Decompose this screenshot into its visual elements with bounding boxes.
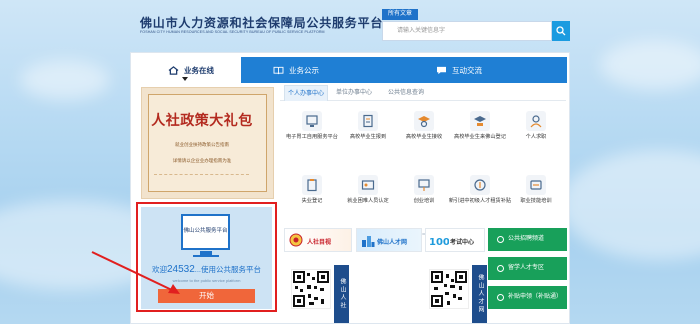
qr-card: 佛山人社 [286,265,350,323]
main-panel: 业务在线 业务公示 互动交流 人社政策大礼包 就业创业扶持政策公告指南 详情请以… [130,52,570,324]
qr-card: 佛山人才网 [424,265,488,323]
tab-label: 业务公示 [289,65,319,75]
subsidy-icon [470,175,490,195]
button-label: 补贴申领（补贴通） [508,294,563,300]
policy-banner[interactable]: 人社政策大礼包 就业创业扶持政策公告指南 详情请以企业业办理指南为准 [141,87,274,199]
service-label: 个人求职 [525,134,547,140]
buildings-icon [362,236,375,247]
tile-label: 考试中心 [450,240,475,246]
recruitment-channel-button[interactable]: 公共招聘频道 [488,228,567,251]
service-item[interactable]: 失业登记 [282,175,342,215]
tab-business-notice[interactable]: 业务公示 [241,57,351,83]
qr-side-label: 佛山人社 [334,265,349,323]
search-scope-tab[interactable]: 所有文章 [382,9,419,20]
tile-label: 佛山人才网 [377,240,408,246]
link-tile-exam[interactable]: 100 考试中心 [425,228,485,252]
service-item[interactable]: 创业培训 [394,175,454,215]
tab-interaction[interactable]: 互动交流 [351,57,567,83]
service-item[interactable]: 新引进中初级人才租赁补贴 [449,175,511,215]
exam-100-icon: 100 [429,237,449,247]
home-icon [168,65,179,75]
graduate-icon [414,111,434,131]
subsidy-apply-button[interactable]: 补贴申领（补贴通） [488,286,567,309]
count-suffix: ...使用公共服务平台 [194,265,262,274]
circle-icon [497,294,504,301]
banner-title: 人社政策大礼包 [151,113,253,129]
person-icon [526,111,546,131]
service-item[interactable]: 高校毕业生来佛山登记 [450,111,510,151]
emblem-icon [289,233,303,247]
document-icon [358,111,378,131]
tab-label: 业务在线 [184,65,214,75]
circle-icon [497,265,504,272]
overseas-talent-button[interactable]: 留学人才专区 [488,257,567,280]
tab-personal-center[interactable]: 个人办事中心 [284,85,328,101]
banner-divider [154,174,249,182]
link-tile-hrss[interactable]: 人社目视 [284,228,352,252]
annotation-arrow [91,251,180,294]
service-tabs: 个人办事中心 单位办事中心 公共信息查询 [280,85,566,101]
monitor-text: 佛山公共服务平台 [183,228,228,234]
search-icon [556,26,566,36]
book-icon [273,66,284,74]
service-item[interactable]: 电子胃工自用服务平台 [282,111,342,151]
training-icon [414,175,434,195]
top-tabs: 业务在线 业务公示 互动交流 [131,57,571,83]
service-label: 职业技能培训 [520,198,552,204]
search-button[interactable] [552,21,570,41]
logo-title: 佛山市人力资源和社会保障局公共服务平台 [140,16,384,30]
tab-label: 互动交流 [452,65,482,75]
site-logo[interactable]: 佛山市人力资源和社会保障局公共服务平台 FOSHAN CITY HUMAN RE… [140,14,382,34]
tile-label: 人社目视 [307,240,332,246]
service-center: 个人办事中心 单位办事中心 公共信息查询 电子胃工自用服务平台 高校毕业生报到 … [280,85,566,237]
circle-icon [497,236,504,243]
service-item[interactable]: 就业困难人员认定 [338,175,398,215]
skill-icon [526,175,546,195]
button-label: 公共招聘频道 [508,236,545,242]
chat-icon [437,66,446,74]
search-area: 所有文章 请输入关键信息字 [382,9,570,43]
qr-code-icon [291,269,331,309]
monitor-base [193,255,219,257]
service-item[interactable]: 职业技能培训 [506,175,566,215]
banner-note: 详情请以企业业办理指南为准 [172,158,232,163]
service-item[interactable]: 高校毕业生接收 [394,111,454,151]
tab-public-info[interactable]: 公共信息查询 [384,85,428,101]
qr-side-label: 佛山人才网 [472,265,487,323]
active-tab-indicator [182,77,188,81]
service-item[interactable]: 高校毕业生报到 [338,111,398,151]
clipboard-icon [302,175,322,195]
banner-subtitle: 就业创业扶持政策公告指南 [175,142,229,147]
qr-code-icon [429,269,469,309]
search-input[interactable]: 请输入关键信息字 [382,21,552,41]
id-card-icon [358,175,378,195]
svg-text:100: 100 [429,237,449,247]
service-item[interactable]: 个人求职 [506,111,566,151]
logo-subtitle: FOSHAN CITY HUMAN RESOURCES AND SOCIAL S… [140,30,325,34]
button-label: 留学人才专区 [508,265,545,271]
tab-business-online[interactable]: 业务在线 [141,57,241,83]
terminal-icon [302,111,322,131]
tab-unit-center[interactable]: 单位办事中心 [332,85,376,101]
graduate-register-icon [470,111,490,131]
header: 佛山市人力资源和社会保障局公共服务平台 FOSHAN CITY HUMAN RE… [0,0,700,50]
link-tile-talent[interactable]: 佛山人才网 [356,228,422,252]
